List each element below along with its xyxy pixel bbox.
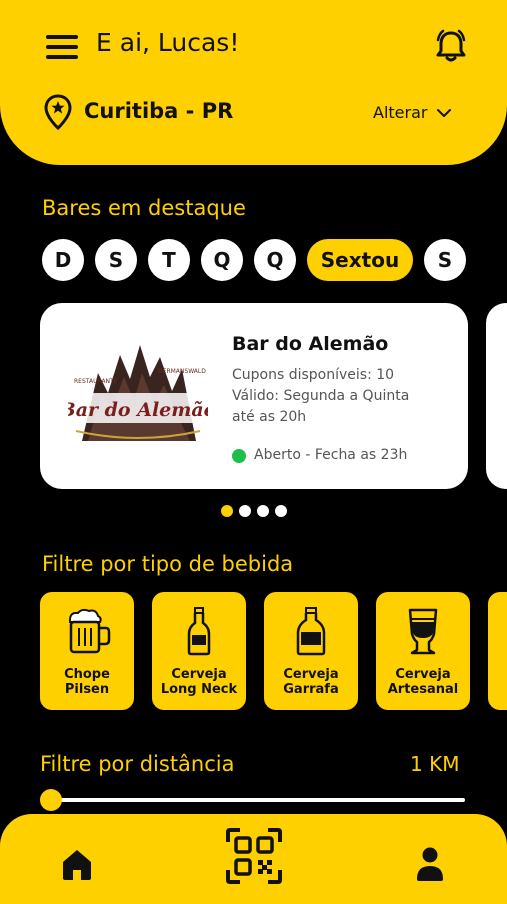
featured-title: Bares em destaque <box>42 196 246 220</box>
drink-type-garrafa[interactable]: Cerveja Garrafa <box>264 592 358 710</box>
drink-type-line1: Cerveja <box>171 667 227 682</box>
day-saturday[interactable]: S <box>424 239 466 281</box>
day-wednesday[interactable]: Q <box>201 239 243 281</box>
drink-type-chope-pilsen[interactable]: Chope Pilsen <box>40 592 134 710</box>
bottom-nav <box>0 814 507 904</box>
drink-filter-title: Filtre por tipo de bebida <box>42 552 294 576</box>
long-neck-bottle-icon <box>187 607 211 656</box>
day-thursday[interactable]: Q <box>254 239 296 281</box>
distance-slider-handle[interactable] <box>40 789 62 811</box>
drink-type-line2: Artesanal <box>387 682 459 697</box>
distance-filter-title: Filtre por distância <box>40 752 235 776</box>
drink-type-line1: Cerveja <box>395 667 451 682</box>
carousel-dot[interactable] <box>275 505 287 517</box>
home-icon[interactable] <box>59 846 95 882</box>
change-city-button[interactable]: Alterar <box>373 103 452 122</box>
day-tuesday[interactable]: T <box>148 239 190 281</box>
drink-type-label: Chope Pilsen <box>40 667 134 697</box>
chevron-down-icon <box>437 108 452 117</box>
user-icon[interactable] <box>414 846 446 882</box>
drink-type-line1: Cerveja <box>283 667 339 682</box>
distance-value: 1 KM <box>410 752 460 776</box>
menu-icon[interactable] <box>46 33 78 61</box>
validity-time: até as 20h <box>232 409 307 425</box>
day-friday-selected[interactable]: Sextou <box>307 239 413 281</box>
next-bar-card[interactable] <box>486 303 507 489</box>
bell-icon[interactable] <box>433 28 469 64</box>
validity-days: Válido: Segunda a Quinta <box>232 388 410 404</box>
drink-type-next[interactable] <box>488 592 507 710</box>
greeting: E ai, Lucas! <box>96 28 240 57</box>
header: E ai, Lucas! Curitiba - PR Alterar <box>0 0 507 165</box>
day-selector: D S T Q Q Sextou S <box>42 239 466 281</box>
beer-bottle-icon <box>296 607 326 656</box>
beer-mug-icon <box>69 608 111 654</box>
drink-type-list: Chope Pilsen Cerveja Long Neck Cerveja G… <box>40 592 470 710</box>
logo-top-right-text: GERMANSWALD <box>158 368 206 375</box>
qr-code-icon[interactable] <box>226 828 282 884</box>
open-status-text: Aberto - Fecha as 23h <box>254 447 408 463</box>
drink-type-label: Cerveja Long Neck <box>152 667 246 697</box>
location-pin-icon <box>44 94 72 130</box>
day-monday[interactable]: S <box>95 239 137 281</box>
day-sunday[interactable]: D <box>42 239 84 281</box>
drink-type-label: Cerveja Artesanal <box>376 667 470 697</box>
bar-name: Bar do Alemão <box>232 333 389 355</box>
craft-beer-glass-icon <box>408 608 438 655</box>
carousel-dot[interactable] <box>257 505 269 517</box>
logo-main-text: Bar do Alemão <box>68 399 208 421</box>
coupons-available: Cupons disponíveis: 10 <box>232 367 395 383</box>
drink-type-line2: Garrafa <box>283 682 339 697</box>
drink-type-line2: Long Neck <box>160 682 238 697</box>
distance-slider-track[interactable] <box>45 798 465 802</box>
drink-type-line1: Chope <box>64 667 110 682</box>
carousel-dot[interactable] <box>239 505 251 517</box>
carousel-indicator <box>221 505 287 517</box>
drink-type-label: Cerveja Garrafa <box>264 667 358 697</box>
logo-top-left-text: RESTAURANTE <box>74 378 118 385</box>
drink-type-long-neck[interactable]: Cerveja Long Neck <box>152 592 246 710</box>
open-status-dot <box>232 449 246 463</box>
drink-type-line2: Pilsen <box>64 682 110 697</box>
carousel-dot-active[interactable] <box>221 505 233 517</box>
featured-bar-card[interactable]: RESTAURANTE GERMANSWALD Bar do Alemão Ba… <box>40 303 468 489</box>
drink-type-artesanal[interactable]: Cerveja Artesanal <box>376 592 470 710</box>
bar-logo: RESTAURANTE GERMANSWALD Bar do Alemão <box>68 345 208 441</box>
city-name: Curitiba - PR <box>84 99 234 123</box>
change-city-label: Alterar <box>373 103 428 122</box>
